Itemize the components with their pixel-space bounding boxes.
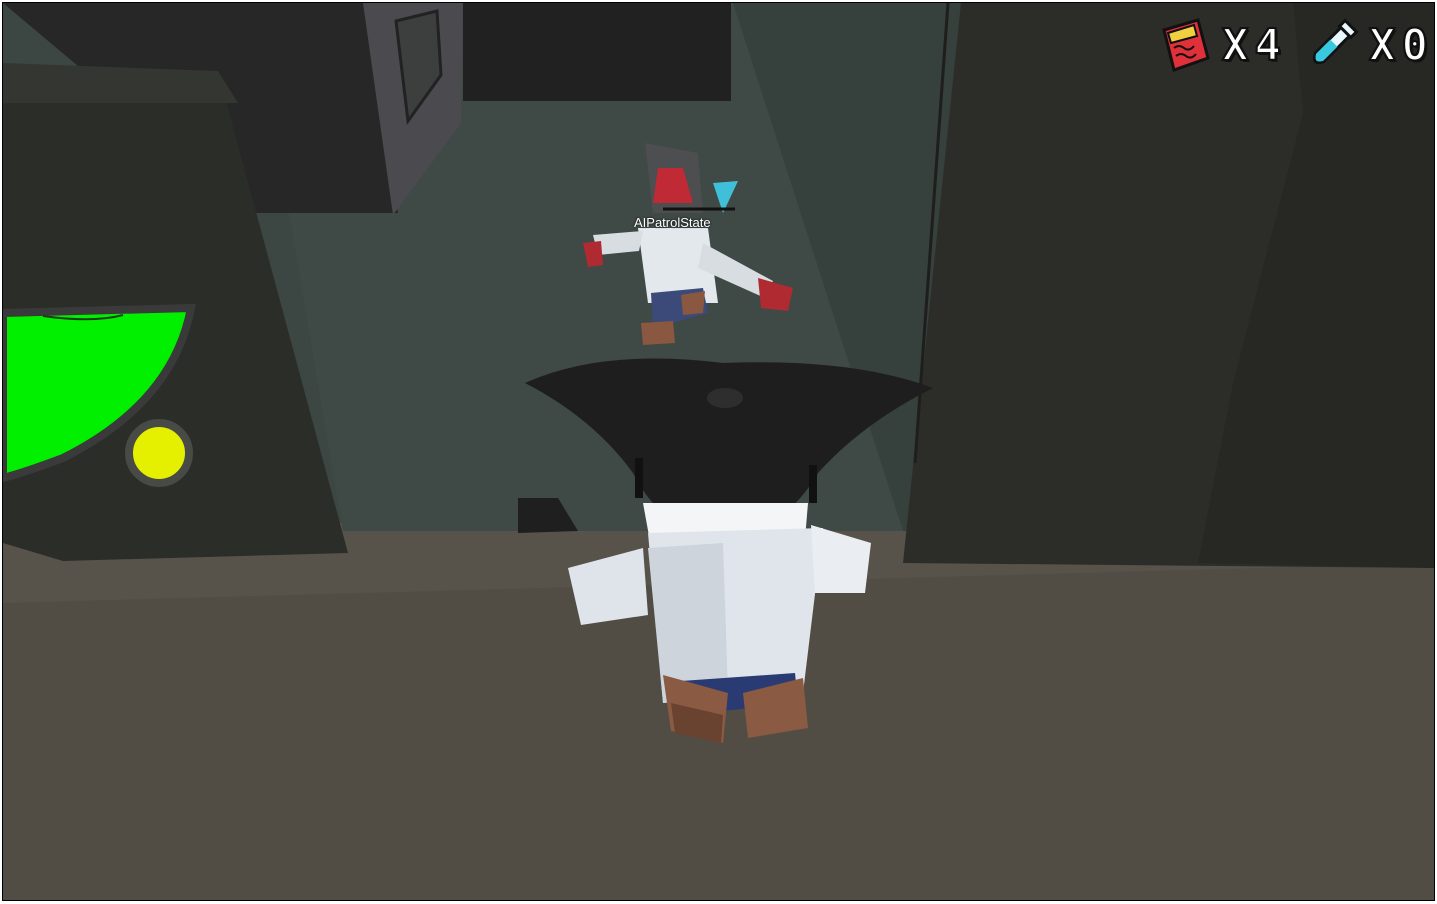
test-tube-icon <box>1312 18 1359 65</box>
hud-vials: X0 <box>1301 16 1434 76</box>
red-card-icon <box>1162 18 1210 72</box>
enemy-state-label: AIPatrolState <box>634 215 711 230</box>
cards-count: X4 <box>1221 20 1288 71</box>
hud-cards: X4 <box>1154 16 1287 76</box>
game-scene <box>3 3 1434 900</box>
hud-counters: X4 X0 <box>1140 11 1434 81</box>
ceiling-block-mid <box>463 3 731 101</box>
vials-count: X0 <box>1368 20 1434 71</box>
game-viewport[interactable]: AIPatrolState X4 X0 <box>2 2 1435 901</box>
yellow-indicator <box>125 419 193 487</box>
